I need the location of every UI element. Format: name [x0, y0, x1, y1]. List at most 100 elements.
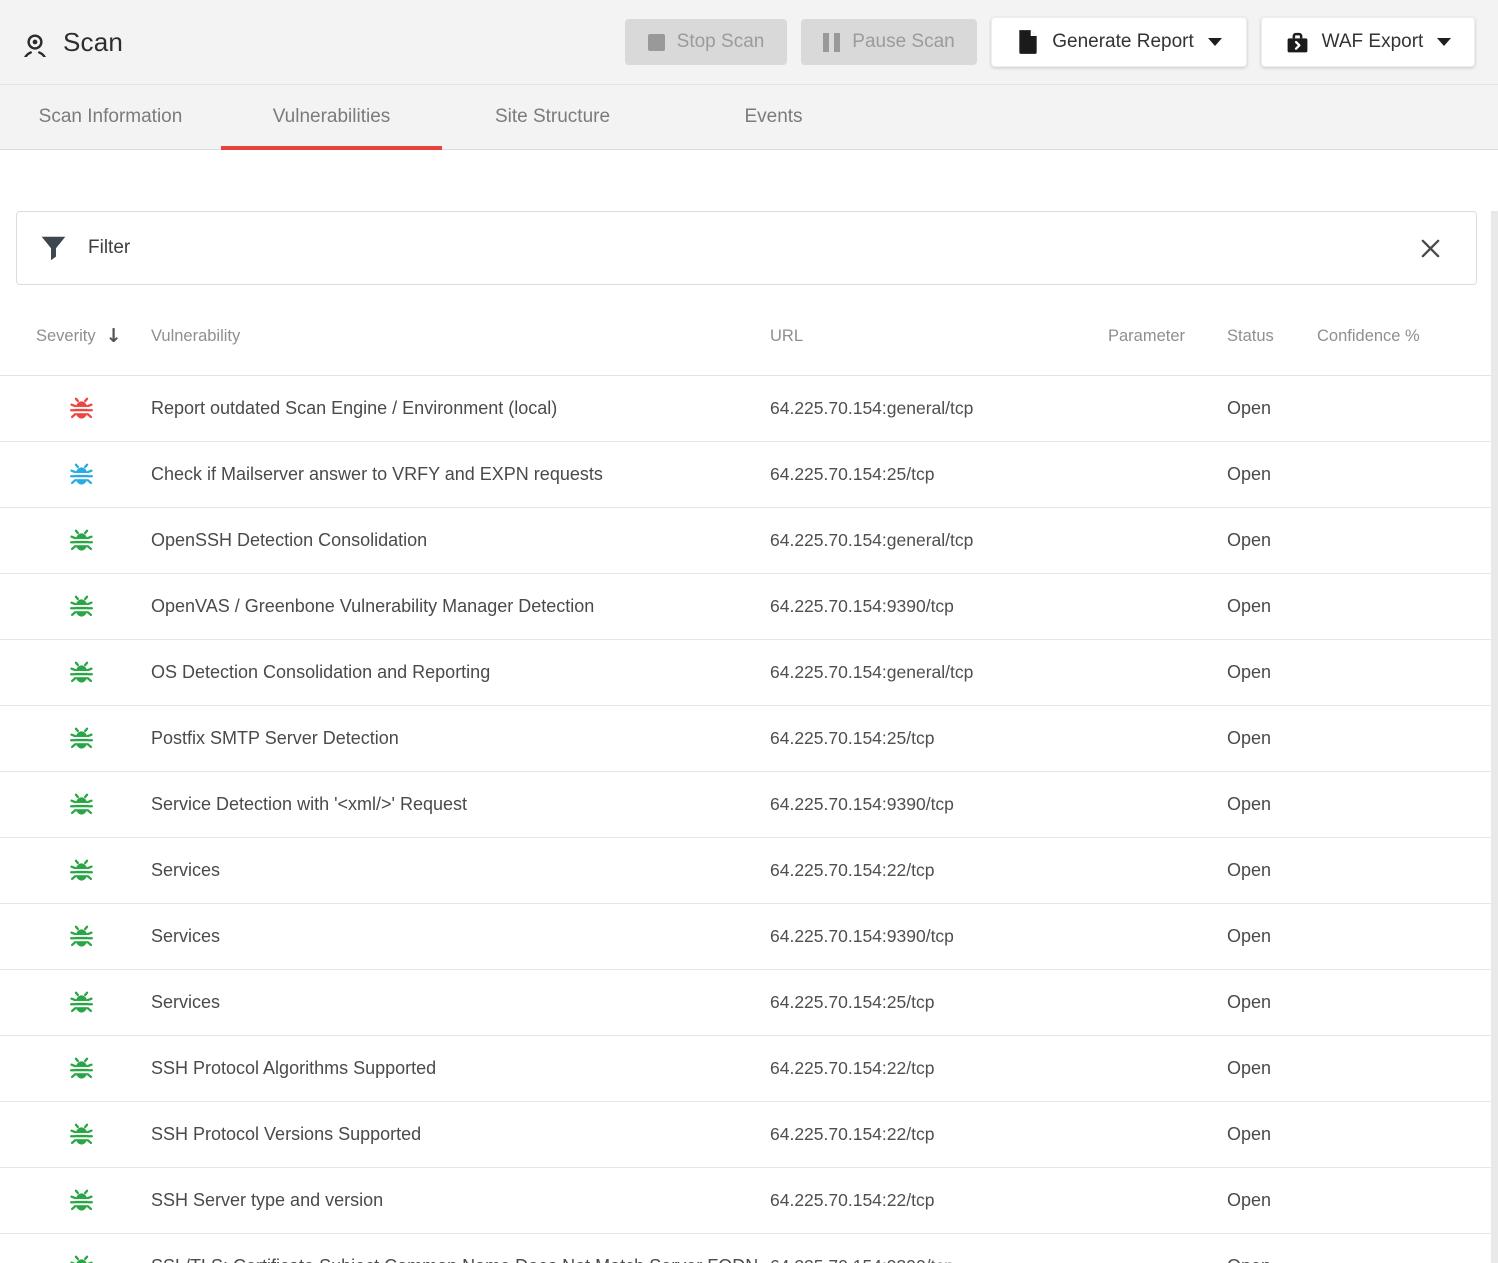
stop-scan-button[interactable]: Stop Scan: [625, 19, 787, 65]
column-header-url[interactable]: URL: [770, 327, 1108, 346]
table-row[interactable]: OS Detection Consolidation and Reporting…: [0, 640, 1498, 706]
vulnerability-name: Report outdated Scan Engine / Environmen…: [151, 398, 770, 419]
table-row[interactable]: SSH Protocol Algorithms Supported 64.225…: [0, 1036, 1498, 1102]
vulnerability-status: Open: [1227, 596, 1317, 617]
bug-icon: [70, 661, 93, 684]
column-header-parameter[interactable]: Parameter: [1108, 327, 1227, 346]
severity-cell: [0, 925, 151, 948]
filter-icon: [40, 235, 67, 262]
pause-scan-label: Pause Scan: [852, 31, 954, 53]
vulnerability-url: 64.225.70.154:general/tcp: [770, 530, 1108, 551]
vulnerability-name: OS Detection Consolidation and Reporting: [151, 662, 770, 683]
main-content: Filter Severity ↓ Vulnerability URL Para…: [0, 211, 1498, 1263]
vulnerability-status: Open: [1227, 1058, 1317, 1079]
severity-cell: [0, 793, 151, 816]
bug-icon: [70, 991, 93, 1014]
vulnerability-name: SSH Protocol Algorithms Supported: [151, 1058, 770, 1079]
stop-icon: [648, 34, 665, 51]
severity-cell: [0, 727, 151, 750]
close-icon: [1419, 237, 1442, 260]
vulnerability-url: 64.225.70.154:9390/tcp: [770, 596, 1108, 617]
vulnerability-name: SSH Server type and version: [151, 1190, 770, 1211]
clear-filter-button[interactable]: [1415, 233, 1446, 264]
vulnerability-name: Service Detection with '<xml/>' Request: [151, 794, 770, 815]
vulnerability-name: OpenVAS / Greenbone Vulnerability Manage…: [151, 596, 770, 617]
vertical-scrollbar[interactable]: [1491, 211, 1498, 1263]
tab-site-structure[interactable]: Site Structure: [442, 85, 663, 149]
pause-scan-button[interactable]: Pause Scan: [801, 19, 977, 65]
table-row[interactable]: OpenVAS / Greenbone Vulnerability Manage…: [0, 574, 1498, 640]
bug-icon: [70, 463, 93, 486]
scan-target-icon: [20, 27, 50, 57]
table-row[interactable]: Check if Mailserver answer to VRFY and E…: [0, 442, 1498, 508]
severity-cell: [0, 595, 151, 618]
vulnerability-status: Open: [1227, 926, 1317, 947]
vulnerability-name: Postfix SMTP Server Detection: [151, 728, 770, 749]
vulnerability-url: 64.225.70.154:9390/tcp: [770, 926, 1108, 947]
table-row[interactable]: Service Detection with '<xml/>' Request …: [0, 772, 1498, 838]
table-row[interactable]: Services 64.225.70.154:25/tcp Open: [0, 970, 1498, 1036]
vulnerability-status: Open: [1227, 530, 1317, 551]
tab-scan-information[interactable]: Scan Information: [0, 85, 221, 149]
caret-down-icon: [1437, 38, 1451, 46]
severity-cell: [0, 859, 151, 882]
bug-icon: [70, 925, 93, 948]
vulnerability-status: Open: [1227, 464, 1317, 485]
column-header-status[interactable]: Status: [1227, 327, 1317, 346]
tab-vulnerabilities[interactable]: Vulnerabilities: [221, 85, 442, 149]
severity-header-label: Severity: [36, 327, 96, 346]
vulnerability-name: SSL/TLS: Certificate Subject Common Name…: [151, 1256, 770, 1263]
table-row[interactable]: Report outdated Scan Engine / Environmen…: [0, 376, 1498, 442]
vulnerability-url: 64.225.70.154:9390/tcp: [770, 794, 1108, 815]
vulnerability-name: Check if Mailserver answer to VRFY and E…: [151, 464, 770, 485]
table-row[interactable]: Postfix SMTP Server Detection 64.225.70.…: [0, 706, 1498, 772]
column-header-confidence[interactable]: Confidence %: [1317, 327, 1498, 346]
pause-icon: [823, 33, 840, 52]
page-title: Scan: [63, 27, 123, 58]
vulnerability-url: 64.225.70.154:22/tcp: [770, 860, 1108, 881]
vulnerability-name: Services: [151, 860, 770, 881]
severity-cell: [0, 463, 151, 486]
vulnerability-status: Open: [1227, 1190, 1317, 1211]
tab-bar: Scan Information Vulnerabilities Site St…: [0, 85, 1498, 150]
table-row[interactable]: SSH Server type and version 64.225.70.15…: [0, 1168, 1498, 1234]
table-row[interactable]: SSL/TLS: Certificate Subject Common Name…: [0, 1234, 1498, 1263]
vulnerability-url: 64.225.70.154:22/tcp: [770, 1124, 1108, 1145]
vulnerability-url: 64.225.70.154:25/tcp: [770, 992, 1108, 1013]
bug-icon: [70, 397, 93, 420]
column-header-severity[interactable]: Severity ↓: [0, 325, 151, 347]
filter-label: Filter: [88, 237, 130, 259]
severity-cell: [0, 1057, 151, 1080]
vulnerability-url: 64.225.70.154:general/tcp: [770, 662, 1108, 683]
vulnerability-url: 64.225.70.154:25/tcp: [770, 464, 1108, 485]
table-row[interactable]: Services 64.225.70.154:9390/tcp Open: [0, 904, 1498, 970]
severity-cell: [0, 1123, 151, 1146]
generate-report-button[interactable]: Generate Report: [991, 17, 1247, 67]
vulnerability-name: Services: [151, 926, 770, 947]
generate-report-label: Generate Report: [1052, 31, 1194, 53]
bug-icon: [70, 859, 93, 882]
severity-cell: [0, 529, 151, 552]
bug-icon: [70, 1255, 93, 1263]
table-row[interactable]: OpenSSH Detection Consolidation 64.225.7…: [0, 508, 1498, 574]
top-bar: Scan Stop Scan Pause Scan Generate Repor…: [0, 0, 1498, 85]
table-row[interactable]: Services 64.225.70.154:22/tcp Open: [0, 838, 1498, 904]
vulnerability-status: Open: [1227, 860, 1317, 881]
table-row[interactable]: SSH Protocol Versions Supported 64.225.7…: [0, 1102, 1498, 1168]
topbar-actions: Stop Scan Pause Scan Generate Report: [625, 17, 1475, 67]
bug-icon: [70, 793, 93, 816]
filter-bar[interactable]: Filter: [16, 211, 1477, 285]
column-header-vulnerability[interactable]: Vulnerability: [151, 327, 770, 346]
tab-events[interactable]: Events: [663, 85, 884, 149]
vulnerability-status: Open: [1227, 398, 1317, 419]
vulnerability-url: 64.225.70.154:25/tcp: [770, 728, 1108, 749]
severity-cell: [0, 1189, 151, 1212]
document-icon: [1016, 29, 1040, 55]
waf-export-button[interactable]: WAF Export: [1261, 17, 1475, 67]
toolbox-export-icon: [1285, 30, 1310, 55]
vulnerability-name: OpenSSH Detection Consolidation: [151, 530, 770, 551]
vulnerability-name: Services: [151, 992, 770, 1013]
vulnerability-name: SSH Protocol Versions Supported: [151, 1124, 770, 1145]
table-header-row: Severity ↓ Vulnerability URL Parameter S…: [0, 285, 1498, 376]
vulnerability-url: 64.225.70.154:22/tcp: [770, 1058, 1108, 1079]
